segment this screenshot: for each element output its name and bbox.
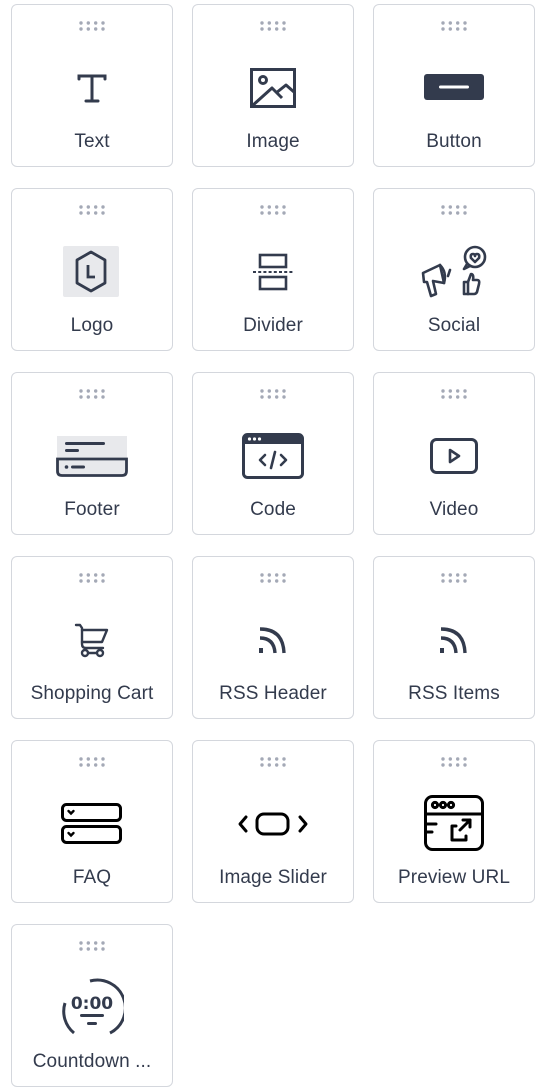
- block-label: FAQ: [72, 867, 112, 888]
- shopping-cart-icon: [56, 611, 128, 669]
- block-image[interactable]: Image: [192, 4, 354, 167]
- drag-handle-icon[interactable]: [259, 388, 287, 400]
- countdown-timer-icon: 0:00: [56, 975, 128, 1039]
- content-blocks-grid: Text Image Button Logo Divider Social Fo…: [0, 0, 544, 1091]
- block-label: Code: [250, 499, 296, 520]
- code-icon: [237, 427, 309, 485]
- drag-handle-icon[interactable]: [440, 572, 468, 584]
- drag-handle-icon[interactable]: [78, 572, 106, 584]
- drag-handle-icon[interactable]: [440, 388, 468, 400]
- drag-handle-icon[interactable]: [440, 204, 468, 216]
- block-rss-items[interactable]: RSS Items: [373, 556, 535, 719]
- block-label: Button: [426, 131, 482, 152]
- drag-handle-icon[interactable]: [259, 572, 287, 584]
- block-label: Footer: [64, 499, 120, 520]
- block-label: Countdown ...: [32, 1051, 152, 1072]
- block-shopping-cart[interactable]: Shopping Cart: [11, 556, 173, 719]
- image-slider-icon: [237, 795, 309, 853]
- block-label: RSS Header: [219, 683, 327, 704]
- block-logo[interactable]: Logo: [11, 188, 173, 351]
- drag-handle-icon[interactable]: [78, 388, 106, 400]
- block-preview-url[interactable]: Preview URL: [373, 740, 535, 903]
- drag-handle-icon[interactable]: [78, 940, 106, 952]
- text-icon: [56, 59, 128, 117]
- block-label: Preview URL: [398, 867, 510, 888]
- block-label: Video: [429, 499, 479, 520]
- rss-icon: [237, 611, 309, 669]
- block-countdown-timer[interactable]: 0:00 Countdown ...: [11, 924, 173, 1087]
- drag-handle-icon[interactable]: [259, 756, 287, 768]
- drag-handle-icon[interactable]: [440, 756, 468, 768]
- drag-handle-icon[interactable]: [259, 204, 287, 216]
- block-video[interactable]: Video: [373, 372, 535, 535]
- drag-handle-icon[interactable]: [78, 756, 106, 768]
- block-divider[interactable]: Divider: [192, 188, 354, 351]
- logo-icon: [56, 243, 128, 301]
- block-text[interactable]: Text: [11, 4, 173, 167]
- image-icon: [237, 59, 309, 117]
- faq-icon: [56, 795, 128, 853]
- block-label: Shopping Cart: [30, 683, 154, 704]
- drag-handle-icon[interactable]: [440, 20, 468, 32]
- social-icon: [418, 243, 490, 301]
- block-label: Image Slider: [219, 867, 327, 888]
- drag-handle-icon[interactable]: [78, 20, 106, 32]
- block-label: Social: [427, 315, 481, 336]
- block-rss-header[interactable]: RSS Header: [192, 556, 354, 719]
- block-image-slider[interactable]: Image Slider: [192, 740, 354, 903]
- block-footer[interactable]: Footer: [11, 372, 173, 535]
- button-icon: [418, 59, 490, 117]
- block-label: Image: [246, 131, 300, 152]
- block-label: Logo: [70, 315, 114, 336]
- block-faq[interactable]: FAQ: [11, 740, 173, 903]
- rss-icon: [418, 611, 490, 669]
- block-code[interactable]: Code: [192, 372, 354, 535]
- footer-icon: [56, 427, 128, 485]
- block-label: RSS Items: [408, 683, 500, 704]
- countdown-icon-text: 0:00: [71, 994, 113, 1014]
- block-label: Divider: [243, 315, 303, 336]
- drag-handle-icon[interactable]: [259, 20, 287, 32]
- block-social[interactable]: Social: [373, 188, 535, 351]
- video-icon: [418, 427, 490, 485]
- preview-url-icon: [418, 791, 490, 855]
- block-button[interactable]: Button: [373, 4, 535, 167]
- drag-handle-icon[interactable]: [78, 204, 106, 216]
- block-label: Text: [74, 131, 110, 152]
- divider-icon: [237, 243, 309, 301]
